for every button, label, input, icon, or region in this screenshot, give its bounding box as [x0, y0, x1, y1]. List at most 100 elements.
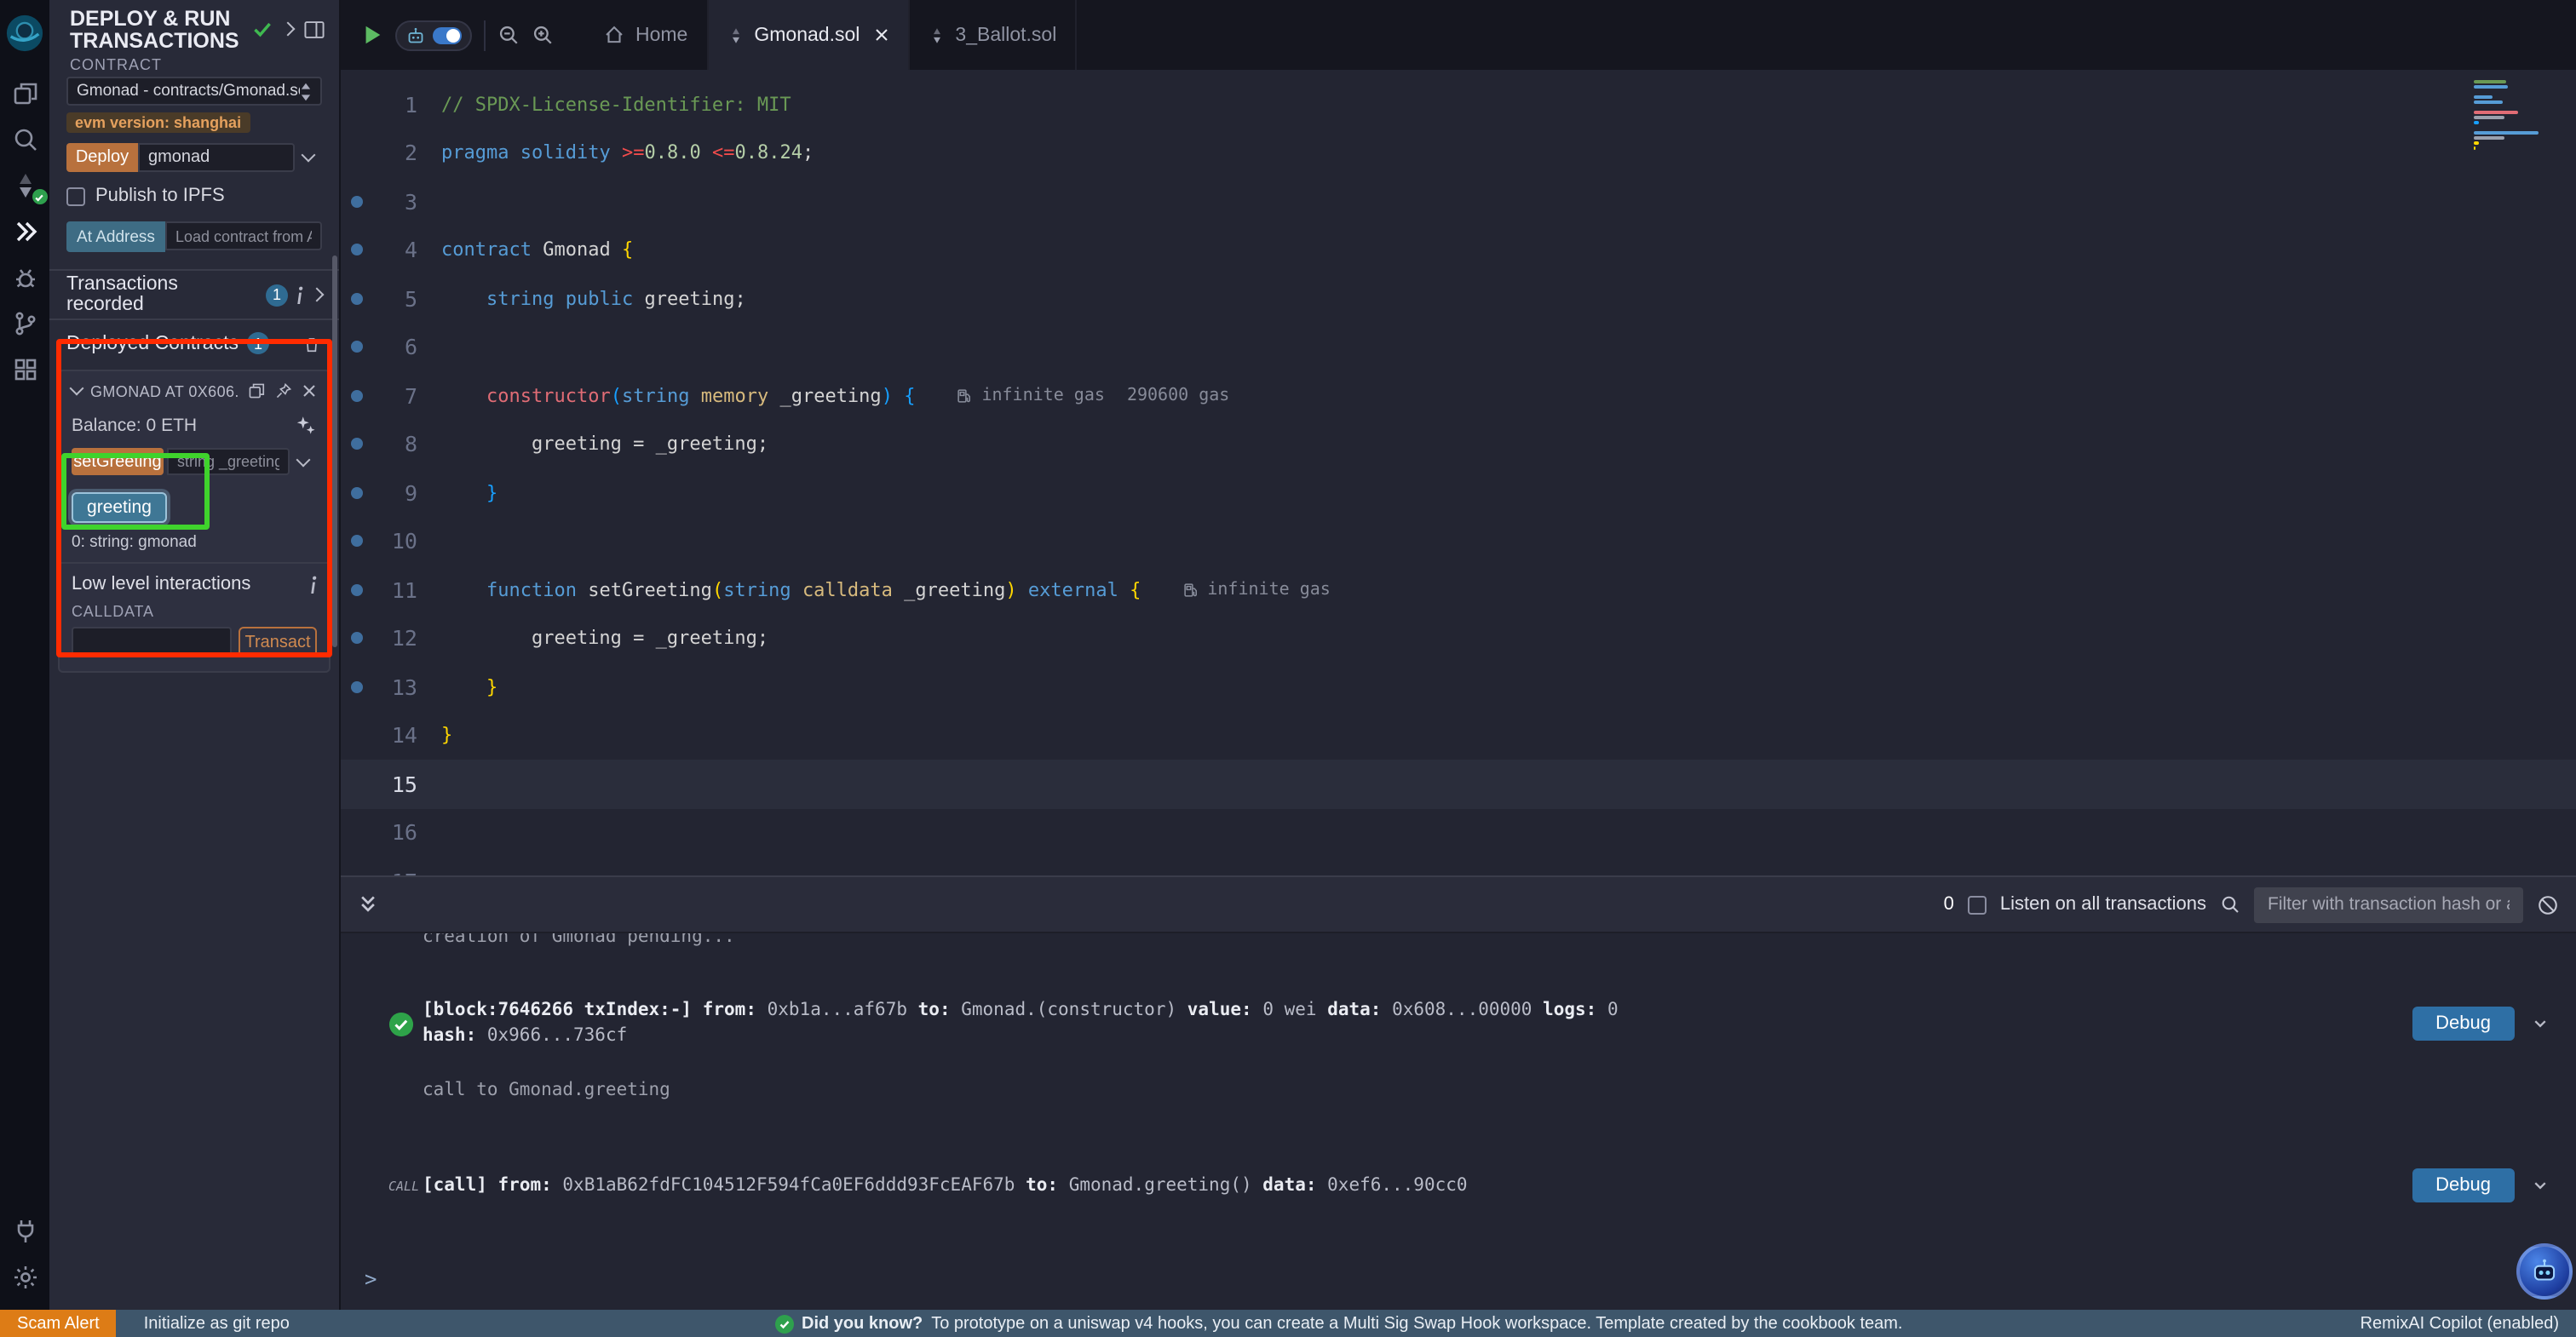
- debugger-icon[interactable]: [3, 255, 47, 298]
- line-number: 17: [371, 869, 417, 876]
- debug-button[interactable]: Debug: [2412, 1168, 2515, 1202]
- gutter-dot-icon[interactable]: [350, 244, 362, 256]
- gutter-dot-icon[interactable]: [350, 681, 362, 693]
- code-line-9[interactable]: 9 }: [341, 468, 2576, 517]
- listen-all-checkbox[interactable]: [1968, 895, 1987, 914]
- tab-3-ballot-sol[interactable]: 3_Ballot.sol: [909, 0, 1077, 70]
- contract-card-header[interactable]: GMONAD AT 0X606...6757: [60, 371, 329, 400]
- code-line-5[interactable]: 5 string public greeting;: [341, 274, 2576, 323]
- code-line-2[interactable]: 2pragma solidity >=0.8.0 <=0.8.24;: [341, 129, 2576, 177]
- code-editor[interactable]: 1// SPDX-License-Identifier: MIT2pragma …: [341, 70, 2576, 875]
- code-line-13[interactable]: 13 }: [341, 663, 2576, 711]
- init-git-repo-button[interactable]: Initialize as git repo: [117, 1314, 317, 1333]
- search-small-icon[interactable]: [2220, 894, 2240, 915]
- expand-log-chevron-icon[interactable]: [2532, 1015, 2549, 1032]
- contract-select[interactable]: Gmonad - contracts/Gmonad.sol: [66, 77, 322, 106]
- at-address-input[interactable]: [165, 221, 322, 250]
- transact-button[interactable]: Transact: [239, 627, 317, 657]
- set-greeting-button[interactable]: setGreeting: [72, 448, 164, 475]
- constructor-arg-input[interactable]: [138, 143, 295, 172]
- copy-address-icon[interactable]: [247, 382, 266, 400]
- sparkles-icon[interactable]: [295, 414, 317, 436]
- run-script-play-icon[interactable]: [361, 24, 383, 46]
- close-icon[interactable]: [302, 383, 317, 399]
- clear-console-ban-icon[interactable]: [2537, 893, 2559, 915]
- tab-gmonad-sol[interactable]: Gmonad.sol: [708, 0, 909, 70]
- remix-ai-assistant-button[interactable]: [2516, 1243, 2573, 1300]
- gutter-dot-icon[interactable]: [350, 536, 362, 548]
- terminal-body[interactable]: creation of Gmonad pending... [block:764…: [341, 933, 2576, 1310]
- gutter-dot-icon[interactable]: [350, 196, 362, 208]
- split-panel-icon[interactable]: [303, 18, 325, 40]
- copilot-toggle[interactable]: [395, 20, 472, 50]
- code-line-8[interactable]: 8 greeting = _greeting;: [341, 420, 2576, 468]
- expand-transactions-chevron-icon[interactable]: [312, 290, 322, 300]
- copilot-status[interactable]: RemixAI Copilot (enabled): [2360, 1314, 2576, 1333]
- collapse-terminal-icon[interactable]: [358, 894, 378, 915]
- terminal-prompt[interactable]: >: [365, 1267, 2576, 1291]
- search-icon[interactable]: [3, 118, 47, 160]
- terminal-log-entry[interactable]: CALL[call] from: 0xB1aB62fdFC104512F594f…: [388, 1168, 2556, 1202]
- plugin-connector-icon[interactable]: [3, 1209, 47, 1252]
- code-line-12[interactable]: 12 greeting = _greeting;: [341, 614, 2576, 663]
- deploy-button[interactable]: Deploy: [66, 143, 138, 172]
- code-line-10[interactable]: 10: [341, 517, 2576, 565]
- gutter-dot-icon[interactable]: [350, 487, 362, 499]
- remix-logo-icon[interactable]: [3, 9, 47, 56]
- greeting-button[interactable]: greeting: [72, 492, 167, 523]
- calldata-input[interactable]: [72, 627, 232, 657]
- copilot-toggle-switch[interactable]: [433, 26, 462, 43]
- line-number: 3: [371, 189, 417, 215]
- minimap[interactable]: [2474, 80, 2552, 167]
- code-line-15[interactable]: 15: [341, 760, 2576, 808]
- code-line-11[interactable]: 11 function setGreeting(string calldata …: [341, 565, 2576, 614]
- file-explorer-icon[interactable]: [3, 72, 47, 114]
- terminal-log-entry[interactable]: [block:7646266 txIndex:-] from: 0xb1a...…: [388, 998, 2556, 1049]
- pin-panel-chevron-icon[interactable]: [283, 24, 293, 34]
- gutter: [341, 681, 371, 693]
- status-bar: Scam Alert Initialize as git repo Did yo…: [0, 1310, 2576, 1337]
- gutter-dot-icon[interactable]: [350, 390, 362, 402]
- at-address-button[interactable]: At Address: [66, 221, 165, 252]
- gutter-dot-icon[interactable]: [350, 439, 362, 450]
- transactions-recorded-label: Transactions recorded: [66, 274, 257, 315]
- pin-icon[interactable]: [274, 382, 293, 400]
- plugin-manager-icon[interactable]: [3, 347, 47, 390]
- deploy-and-run-icon[interactable]: [3, 209, 47, 252]
- git-icon[interactable]: [3, 301, 47, 344]
- set-greeting-arg-input[interactable]: [167, 448, 290, 475]
- transactions-recorded-row[interactable]: Transactions recorded 1: [49, 271, 339, 320]
- publish-ipfs-checkbox[interactable]: [66, 186, 85, 205]
- gutter: [341, 536, 371, 548]
- scam-alert-button[interactable]: Scam Alert: [0, 1310, 117, 1337]
- code-line-7[interactable]: 7 constructor(string memory _greeting) {…: [341, 371, 2576, 420]
- trash-icon[interactable]: [302, 333, 322, 353]
- code-line-17[interactable]: 17: [341, 857, 2576, 875]
- expand-log-chevron-icon[interactable]: [2532, 1177, 2549, 1194]
- zoom-out-icon[interactable]: [497, 24, 520, 46]
- gutter-dot-icon[interactable]: [350, 341, 362, 353]
- settings-icon[interactable]: [3, 1255, 47, 1298]
- collapse-contract-chevron-icon[interactable]: [70, 382, 84, 396]
- gutter-dot-icon[interactable]: [350, 293, 362, 305]
- code-line-4[interactable]: 4contract Gmonad {: [341, 226, 2576, 274]
- editor-toolbar: [341, 0, 567, 70]
- close-icon[interactable]: [873, 27, 888, 43]
- code-line-14[interactable]: 14}: [341, 711, 2576, 760]
- debug-button[interactable]: Debug: [2412, 1007, 2515, 1041]
- code-line-16[interactable]: 16: [341, 808, 2576, 857]
- side-panel-scrollbar[interactable]: [332, 255, 337, 647]
- code-line-3[interactable]: 3: [341, 177, 2576, 226]
- code-line-6[interactable]: 6: [341, 323, 2576, 371]
- solidity-compiler-icon[interactable]: [3, 164, 47, 206]
- set-greeting-expand-chevron-icon[interactable]: [290, 459, 317, 464]
- tx-success-check-icon: [388, 1011, 423, 1036]
- zoom-in-icon[interactable]: [532, 24, 554, 46]
- code-line-1[interactable]: 1// SPDX-License-Identifier: MIT: [341, 80, 2576, 129]
- gas-icon: [956, 387, 973, 405]
- deploy-expand-chevron-icon[interactable]: [295, 155, 322, 160]
- gutter-dot-icon[interactable]: [350, 584, 362, 596]
- tab-home[interactable]: Home: [584, 0, 708, 70]
- transaction-filter-input[interactable]: [2254, 887, 2523, 922]
- gutter-dot-icon[interactable]: [350, 633, 362, 645]
